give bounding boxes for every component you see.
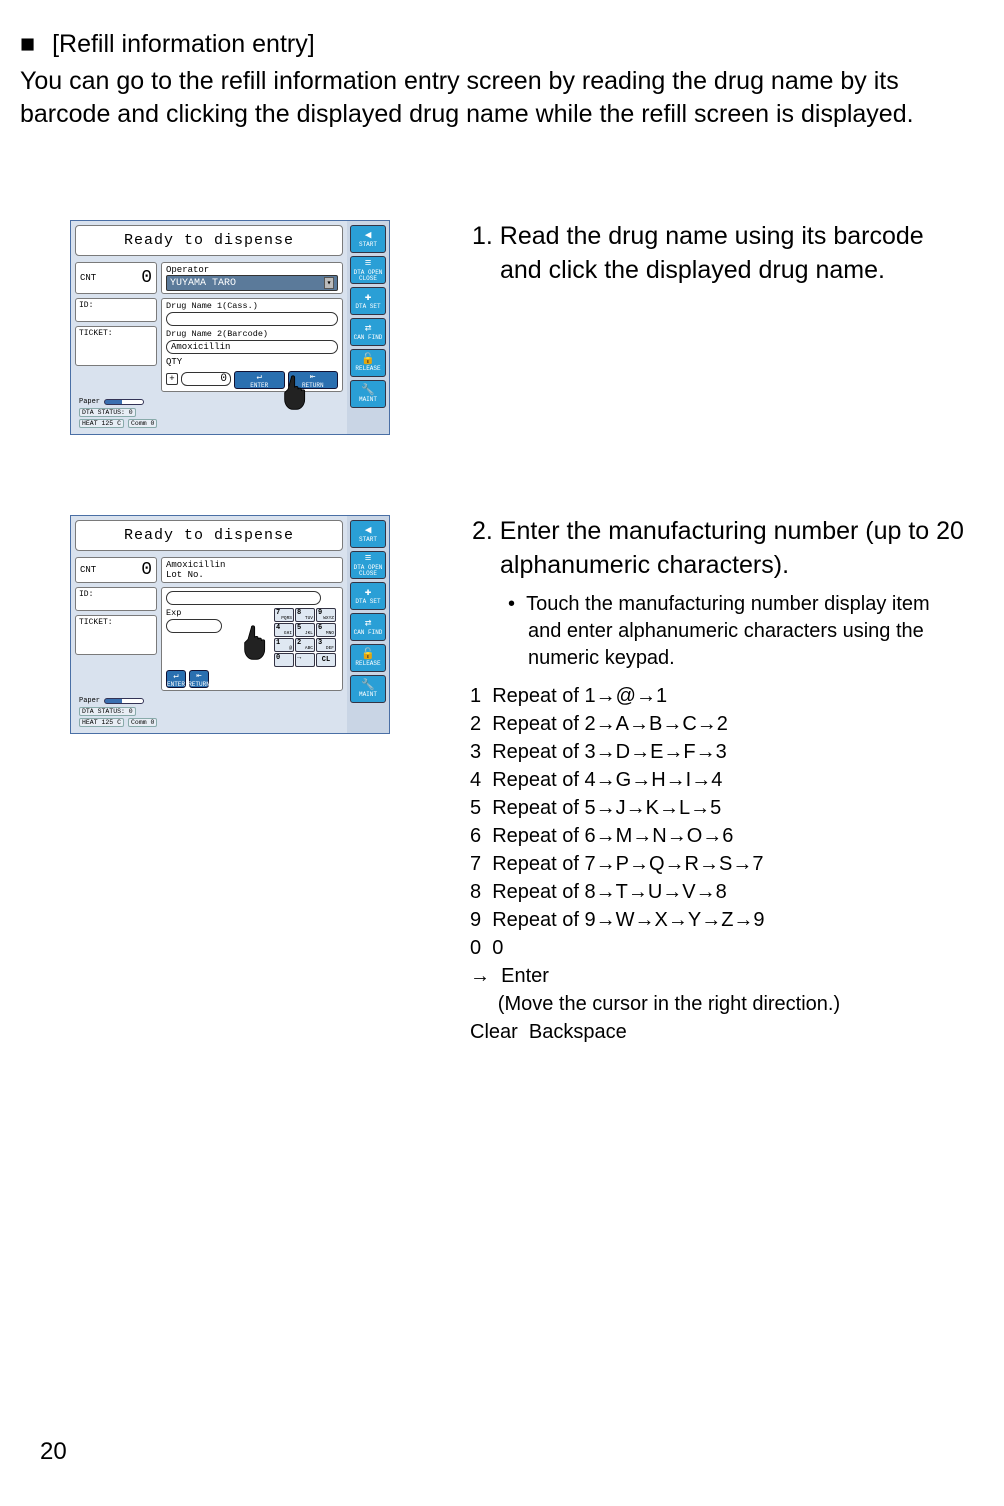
- maint-button-2[interactable]: 🔧MAINT: [350, 675, 386, 703]
- section-heading: ■ [Refill information entry]: [20, 30, 964, 59]
- can-find-button[interactable]: ⇄CAN FIND: [350, 318, 386, 346]
- enter-button[interactable]: ↵ENTER: [234, 371, 285, 389]
- intro-paragraph: You can go to the refill information ent…: [20, 65, 964, 130]
- chevron-down-icon: ▾: [324, 277, 334, 289]
- drug-panel: Drug Name 1(Cass.) Drug Name 2(Barcode) …: [161, 298, 343, 392]
- lot-label: Lot No.: [166, 570, 338, 580]
- step-2-sub: • Touch the manufacturing number display…: [440, 591, 964, 672]
- keypad-key-6[interactable]: 6MNO: [316, 623, 336, 637]
- operator-dropdown[interactable]: YUYAMA TARO ▾: [166, 275, 338, 291]
- keymap-line: 5 Repeat of 5→J→K→L→5: [470, 794, 964, 822]
- maint-button[interactable]: 🔧MAINT: [350, 380, 386, 408]
- kp-return-button[interactable]: ⇤RETURN: [189, 670, 209, 688]
- numeric-keypad: 7PQRS8TUV9WXYZ 4GHI5JKL6MNO 1@2ABC3DEF 0→CL: [274, 608, 338, 667]
- keypad-key-8[interactable]: 8TUV: [295, 608, 315, 622]
- keypad-key-4[interactable]: 4GHI: [274, 623, 294, 637]
- keymap-line: 9 Repeat of 9→W→X→Y→Z→9: [470, 906, 964, 934]
- keypad-key-7[interactable]: 7PQRS: [274, 608, 294, 622]
- keypad-key-5[interactable]: 5JKL: [295, 623, 315, 637]
- keypad-key-0[interactable]: 0: [274, 653, 294, 667]
- release-button[interactable]: 🔓RELEASE: [350, 349, 386, 377]
- ticket-box: TICKET:: [75, 326, 157, 366]
- screen-title-2: Ready to dispense: [75, 520, 343, 551]
- keymap-line: 4 Repeat of 4→G→H→I→4: [470, 766, 964, 794]
- drug-lot-box: Amoxicillin Lot No.: [161, 557, 343, 583]
- keypad-key-CL[interactable]: CL: [316, 653, 336, 667]
- lot-field[interactable]: [166, 591, 321, 605]
- screenshot-1: Ready to dispense CNT 0 Operator YUYAMA …: [70, 220, 390, 435]
- drug1-label: Drug Name 1(Cass.): [166, 301, 338, 311]
- dta-set-button-2[interactable]: ✚DTA SET: [350, 582, 386, 610]
- screen-title: Ready to dispense: [75, 225, 343, 256]
- keymap-line: 7 Repeat of 7→P→Q→R→S→7: [470, 850, 964, 878]
- status-footer: Paper DTA STATUS: 0 HEAT 125 C Comm 0: [75, 396, 343, 430]
- step-1-row: Ready to dispense CNT 0 Operator YUYAMA …: [20, 220, 964, 435]
- step-1-text: 1. Read the drug name using its barcode …: [440, 220, 964, 288]
- keymap-line: 6 Repeat of 6→M→N→O→6: [470, 822, 964, 850]
- step-2-text: 2. Enter the manufacturing number (up to…: [440, 515, 964, 583]
- dta-open-close-button[interactable]: ≡DTA OPEN CLOSE: [350, 256, 386, 284]
- keymap-line: → Enter: [470, 962, 964, 990]
- qty-plus-button[interactable]: +: [166, 373, 178, 385]
- return-button[interactable]: ⇤RETURN: [288, 371, 339, 389]
- operator-box: Operator YUYAMA TARO ▾: [161, 262, 343, 294]
- keymap-line: 3 Repeat of 3→D→E→F→3: [470, 738, 964, 766]
- heading-text: [Refill information entry]: [52, 30, 315, 58]
- dta-status: DTA STATUS: 0: [79, 408, 136, 417]
- id-box: ID:: [75, 298, 157, 322]
- paper-bar: [104, 399, 144, 405]
- keymap-line: 0 0: [470, 934, 964, 962]
- keypad-key-3[interactable]: 3DEF: [316, 638, 336, 652]
- keypad-key-1[interactable]: 1@: [274, 638, 294, 652]
- drug-name-2: Amoxicillin: [166, 560, 338, 570]
- sidebar: ◀START ≡DTA OPEN CLOSE ✚DTA SET ⇄CAN FIN…: [347, 221, 389, 434]
- status-footer-2: Paper DTA STATUS: 0 HEAT 125 C Comm 0: [75, 695, 343, 729]
- keymap-line: 1 Repeat of 1→@→1: [470, 682, 964, 710]
- keypad-key-→[interactable]: →: [295, 653, 315, 667]
- keymap-line: 8 Repeat of 8→T→U→V→8: [470, 878, 964, 906]
- id-box-2: ID:: [75, 587, 157, 611]
- start-button[interactable]: ◀START: [350, 225, 386, 253]
- comm-status: Comm 0: [128, 419, 157, 428]
- can-find-button-2[interactable]: ⇄CAN FIND: [350, 613, 386, 641]
- keypad-key-9[interactable]: 9WXYZ: [316, 608, 336, 622]
- cnt-box: CNT 0: [75, 262, 157, 294]
- exp-label: Exp: [166, 608, 224, 618]
- keymap-line: (Move the cursor in the right direction.…: [470, 990, 964, 1018]
- keypad-key-2[interactable]: 2ABC: [295, 638, 315, 652]
- keymap-list: 1 Repeat of 1→@→12 Repeat of 2→A→B→C→23 …: [440, 682, 964, 1046]
- release-button-2[interactable]: 🔓RELEASE: [350, 644, 386, 672]
- dta-set-button[interactable]: ✚DTA SET: [350, 287, 386, 315]
- lot-exp-panel: Exp 7PQRS8TUV9WXYZ 4GHI5JKL6MNO 1@2ABC3DEF…: [161, 587, 343, 691]
- drug2-label: Drug Name 2(Barcode): [166, 329, 338, 339]
- cnt-box-2: CNT 0: [75, 557, 157, 583]
- page-number: 20: [40, 1438, 67, 1466]
- dta-open-close-button-2[interactable]: ≡DTA OPEN CLOSE: [350, 551, 386, 579]
- cnt-value: 0: [141, 268, 152, 288]
- ticket-box-2: TICKET:: [75, 615, 157, 655]
- keymap-line: Clear Backspace: [470, 1018, 964, 1046]
- operator-value: YUYAMA TARO: [170, 278, 236, 289]
- keymap-line: 2 Repeat of 2→A→B→C→2: [470, 710, 964, 738]
- exp-field[interactable]: [166, 619, 222, 633]
- drug1-field[interactable]: [166, 312, 338, 326]
- step-2-row: Ready to dispense CNT 0 Amoxicillin Lot …: [20, 515, 964, 1046]
- operator-label: Operator: [166, 265, 338, 275]
- cnt-label: CNT: [80, 273, 96, 283]
- screenshot-2: Ready to dispense CNT 0 Amoxicillin Lot …: [70, 515, 390, 734]
- qty-label: QTY: [166, 357, 190, 367]
- paper-label: Paper: [79, 398, 100, 406]
- drug2-field[interactable]: Amoxicillin: [166, 340, 338, 354]
- kp-enter-button[interactable]: ↵ENTER: [166, 670, 186, 688]
- bullet-icon: ■: [20, 30, 35, 58]
- sidebar-2: ◀START ≡DTA OPEN CLOSE ✚DTA SET ⇄CAN FIN…: [347, 516, 389, 733]
- start-button-2[interactable]: ◀START: [350, 520, 386, 548]
- qty-value[interactable]: 0: [181, 372, 231, 386]
- heat-status: HEAT 125 C: [79, 419, 124, 428]
